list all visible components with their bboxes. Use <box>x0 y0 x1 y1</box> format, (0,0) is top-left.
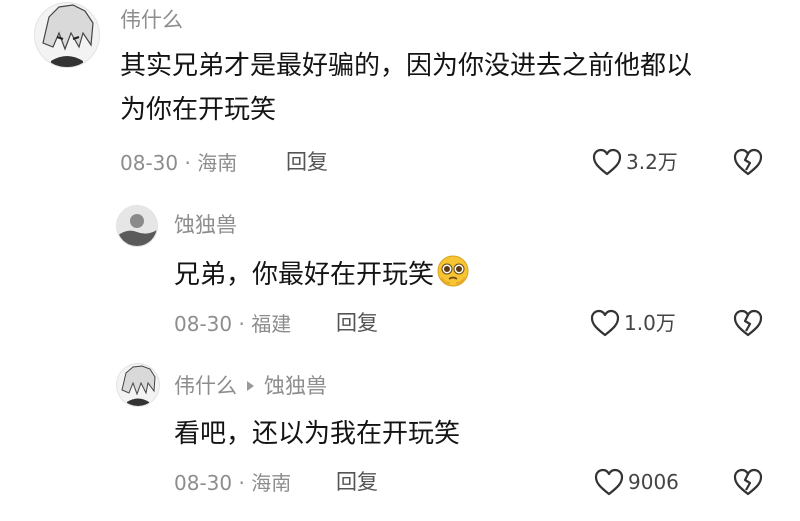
meta-separator: · <box>238 471 245 495</box>
reply-to-user[interactable]: 蚀独兽 <box>264 374 327 398</box>
meta-separator: · <box>184 151 191 175</box>
comment-text-content: 兄弟，你最好在开玩笑 <box>174 260 435 290</box>
comment-text: 看吧，还以为我在开玩笑 <box>174 419 461 449</box>
heart-outline-icon <box>594 468 624 496</box>
comment-text: 兄弟，你最好在开玩笑 <box>174 253 734 297</box>
heart-outline-icon <box>592 148 622 176</box>
comment-text-line: 为你在开玩笑 <box>120 95 277 125</box>
heart-outline-icon <box>590 309 620 337</box>
avatar-photo-icon <box>117 206 157 246</box>
comment-location: 海南 <box>251 471 292 495</box>
comment-meta: 08-30 · 海南 <box>120 153 237 173</box>
comment-date: 08-30 <box>174 471 233 495</box>
comment-date: 08-30 <box>120 151 179 175</box>
broken-heart-icon <box>733 468 763 496</box>
broken-heart-icon <box>733 148 763 176</box>
meta-separator: · <box>238 312 245 336</box>
avatar[interactable] <box>116 363 160 407</box>
avatar-anime-icon <box>117 364 159 406</box>
comment-location: 福建 <box>251 312 292 336</box>
reply-header: 伟什么 蚀独兽 <box>174 376 327 397</box>
reply-arrow-icon <box>247 381 254 391</box>
like-button[interactable]: 1.0万 <box>590 309 676 337</box>
like-count: 9006 <box>628 470 679 494</box>
dislike-button[interactable] <box>733 148 763 180</box>
comment-text-line: 其实兄弟才是最好骗的，因为你没进去之前他都以 <box>120 51 693 81</box>
comment-author[interactable]: 伟什么 <box>120 10 183 31</box>
comment-date: 08-30 <box>174 312 233 336</box>
broken-heart-icon <box>733 309 763 337</box>
comment-author[interactable]: 伟什么 <box>174 374 237 398</box>
comment-location: 海南 <box>197 151 238 175</box>
like-button[interactable]: 3.2万 <box>592 148 678 176</box>
pleading-face-emoji-icon <box>437 255 469 287</box>
avatar-anime-icon <box>35 3 99 67</box>
comment-author[interactable]: 蚀独兽 <box>174 215 237 236</box>
like-count: 1.0万 <box>624 311 676 335</box>
dislike-button[interactable] <box>733 468 763 500</box>
dislike-button[interactable] <box>733 309 763 341</box>
comment-meta: 08-30 · 福建 <box>174 314 291 334</box>
avatar[interactable] <box>116 205 158 247</box>
like-count: 3.2万 <box>626 150 678 174</box>
reply-button[interactable]: 回复 <box>286 152 328 173</box>
comment-meta: 08-30 · 海南 <box>174 473 291 493</box>
avatar[interactable] <box>34 2 100 68</box>
like-button[interactable]: 9006 <box>594 468 679 496</box>
comment-text: 其实兄弟才是最好骗的，因为你没进去之前他都以 为你在开玩笑 <box>120 44 780 132</box>
reply-button[interactable]: 回复 <box>336 313 378 334</box>
reply-button[interactable]: 回复 <box>336 472 378 493</box>
